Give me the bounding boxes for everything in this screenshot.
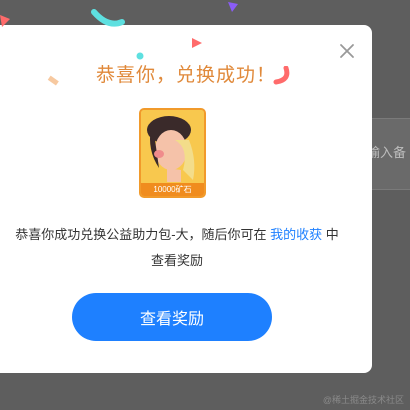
background-input-text: 输入备	[367, 145, 407, 160]
message-prefix: 恭喜你成功兑换公益助力包-大，随后你可在	[15, 227, 267, 242]
confetti-piece	[228, 2, 238, 12]
confetti-piece	[192, 38, 202, 48]
watermark: @稀土掘金技术社区	[322, 395, 404, 405]
confetti-piece	[47, 75, 59, 86]
reward-card: 10000矿石	[139, 108, 206, 198]
confetti-piece	[0, 15, 10, 27]
view-rewards-button[interactable]: 查看奖励	[72, 293, 272, 341]
confetti-piece	[273, 66, 290, 85]
my-rewards-link[interactable]: 我的收获	[270, 227, 322, 242]
close-icon[interactable]	[339, 43, 355, 59]
confetti-piece	[136, 52, 144, 60]
success-message: 恭喜你成功兑换公益助力包-大，随后你可在 我的收获 中查看奖励	[12, 222, 342, 274]
confetti-piece	[91, 9, 125, 27]
reward-amount-badge: 10000矿石	[141, 183, 204, 196]
